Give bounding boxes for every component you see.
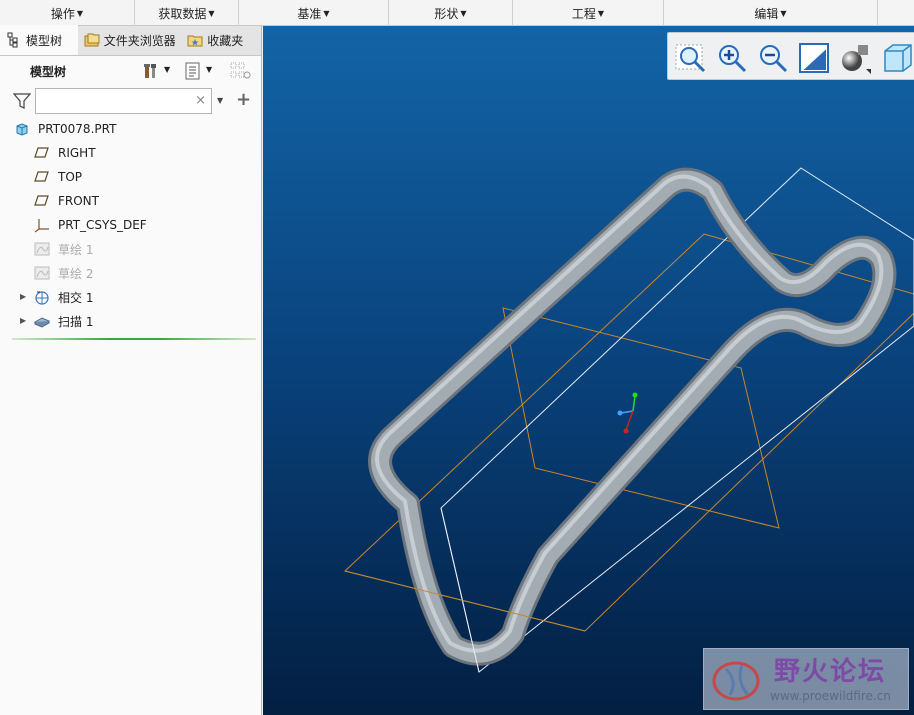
tree-item-top[interactable]: TOP [34,166,82,188]
ribbon-group-label: 形状 [434,6,459,21]
csys-z-axis [625,410,634,431]
show-options-icon[interactable] [184,62,202,80]
tree-item-sketch-2[interactable]: 草绘 2 [34,262,93,284]
dropdown-arrow-icon: ▼ [208,8,215,18]
model-tree-icon [6,32,22,48]
tree-item-label: PRT0078.PRT [38,122,117,136]
ribbon-group-overflow [878,0,914,26]
refit-icon[interactable] [674,41,708,75]
tree-item-right[interactable]: RIGHT [34,142,96,164]
sweep-icon [33,313,51,329]
csys-y-tip [632,392,638,398]
dropdown-arrow-icon: ▼ [460,8,467,18]
model-canvas[interactable] [263,26,914,715]
watermark-logo-icon [712,661,760,701]
ribbon-group-engineering[interactable]: 工程 ▼ [513,0,664,26]
part-icon [14,121,30,137]
ribbon-group-label: 获取数据 [158,6,207,21]
sketch-icon [34,241,50,257]
ribbon-group-label: 操作 [50,6,75,21]
ribbon-group-label: 编辑 [754,6,779,21]
tree-item-sweep-1[interactable]: 扫描 1 [33,310,94,332]
tab-label: 文件夹浏览器 [103,33,176,48]
search-input[interactable] [36,89,186,113]
watermark-url: www.proewildfire.cn [770,689,891,703]
csys-x-axis [620,410,634,414]
tree-item-label: RIGHT [58,146,96,160]
settings-tools-icon[interactable] [142,62,160,80]
tree-item-label: PRT_CSYS_DEF [58,218,147,232]
csys-y-axis [632,395,636,412]
coordinate-system-icon [34,217,50,233]
ribbon-group-operations[interactable]: 操作 ▼ [0,0,135,26]
csys-x-tip [617,410,623,416]
navigator-panel: 模型树 文件夹浏览器 收藏夹 模型树 ▼ ▼ × ▼ + PRT0078.PRT… [0,25,262,715]
tree-item-sketch-1[interactable]: 草绘 1 [34,238,93,260]
watermark-title: 野火论坛 [774,657,887,687]
clear-icon[interactable]: × [195,93,206,108]
tree-item-label: 草绘 1 [58,242,94,257]
expand-arrow-icon[interactable]: ▶ [20,292,26,301]
tree-item-csys[interactable]: PRT_CSYS_DEF [34,214,147,236]
filter-icon[interactable] [12,92,32,110]
datum-edge-front [344,570,586,632]
folder-browser-icon [84,32,100,48]
graphics-window[interactable]: 野火论坛 www.proewildfire.cn [263,26,914,715]
tab-label: 模型树 [26,33,63,48]
ribbon-group-get-data[interactable]: 获取数据 ▼ [135,0,239,26]
intersect-icon [34,289,50,305]
view-toolbar [667,32,914,80]
tree-item-label: FRONT [58,194,99,208]
dropdown-arrow-icon: ▼ [76,8,84,18]
display-style-icon[interactable] [838,41,872,75]
ribbon-group-datum[interactable]: 基准 ▼ [239,0,389,26]
add-icon[interactable]: + [236,89,251,110]
tree-item-label: 相交 1 [58,290,94,305]
repaint-icon[interactable] [797,41,831,75]
sweep-tube-shadow [368,167,897,666]
sweep-tube-highlight [375,174,884,653]
csys-z-tip [623,428,629,434]
filter-row: × ▼ + [0,86,261,118]
datum-plane-icon [34,169,50,185]
model-tree-header: 模型树 ▼ ▼ [0,56,261,86]
ribbon: 操作 ▼ 获取数据 ▼ 基准 ▼ 形状 ▼ 工程 ▼ 编辑 ▼ [0,0,914,26]
datum-plane-icon [34,145,50,161]
datum-plane-icon [34,193,50,209]
chevron-down-icon[interactable]: ▼ [217,96,223,105]
dropdown-arrow-icon: ▼ [597,8,605,18]
model-tree-title: 模型树 [30,64,67,79]
navigator-tabs: 模型树 文件夹浏览器 收藏夹 [0,25,261,56]
tab-model-tree[interactable]: 模型树 [0,25,78,55]
tree-columns-icon[interactable] [230,62,252,80]
ribbon-group-shapes[interactable]: 形状 ▼ [389,0,513,26]
zoom-out-icon[interactable] [756,41,790,75]
ribbon-group-editing[interactable]: 编辑 ▼ [664,0,878,26]
tab-favorites[interactable]: 收藏夹 [181,25,261,55]
chevron-down-icon[interactable]: ▼ [164,65,174,83]
tree-item-label: TOP [58,170,83,184]
sketch-icon [34,265,50,281]
zoom-in-icon[interactable] [715,41,749,75]
tree-item-front[interactable]: FRONT [34,190,99,212]
dropdown-arrow-icon: ▼ [323,8,330,18]
saved-views-icon[interactable] [879,41,913,75]
tree-item-label: 草绘 2 [58,266,94,281]
favorites-icon [187,32,203,48]
ribbon-group-label: 工程 [571,6,596,21]
search-box: × [35,88,212,114]
tab-folder-browser[interactable]: 文件夹浏览器 [78,25,182,55]
insert-here-marker[interactable] [12,338,256,340]
tree-item-part[interactable]: PRT0078.PRT [14,118,116,140]
expand-arrow-icon[interactable]: ▶ [20,316,26,325]
forum-watermark: 野火论坛 www.proewildfire.cn [703,648,909,710]
tree-item-label: 扫描 1 [58,314,94,329]
tree-item-intersect-1[interactable]: 相交 1 [34,286,93,308]
ribbon-group-label: 基准 [297,6,322,21]
chevron-down-icon[interactable]: ▼ [206,65,216,83]
dropdown-arrow-icon: ▼ [780,8,787,18]
tab-label: 收藏夹 [207,33,244,48]
sweep-tube [371,170,894,663]
